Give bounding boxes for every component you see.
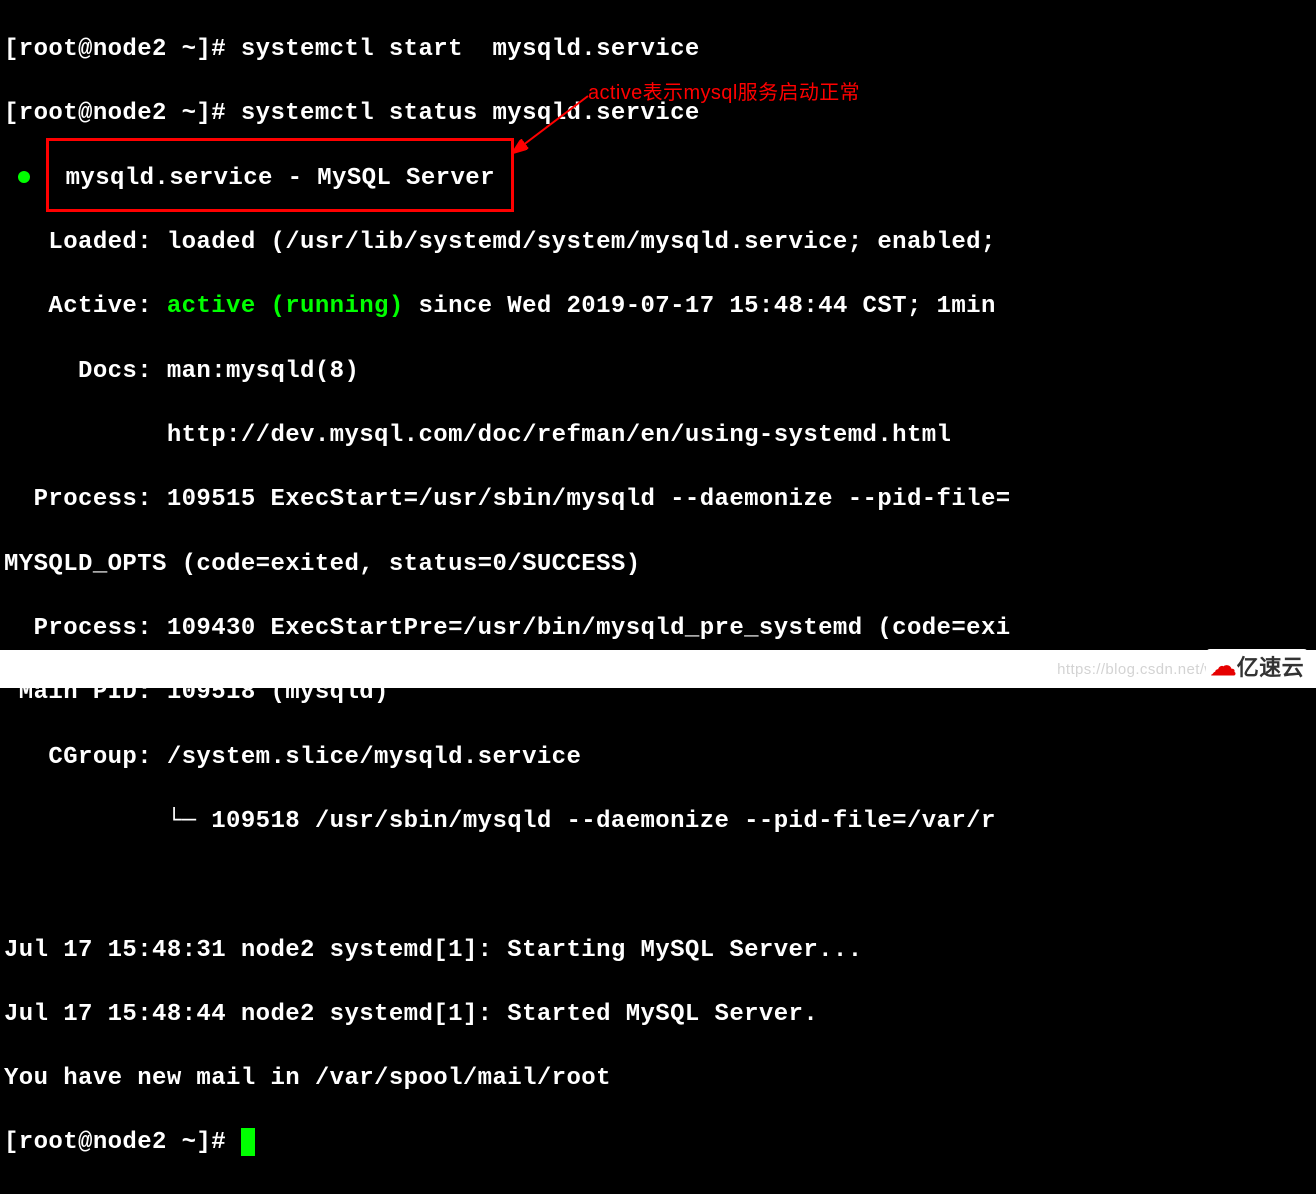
- process-line-1: Process: 109515 ExecStart=/usr/sbin/mysq…: [4, 484, 1312, 516]
- command-line-3[interactable]: [root@node2 ~]#: [4, 1127, 1312, 1159]
- mail-notice: You have new mail in /var/spool/mail/roo…: [4, 1063, 1312, 1095]
- process-line-1b: MYSQLD_OPTS (code=exited, status=0/SUCCE…: [4, 549, 1312, 581]
- cgroup-child-line: └─ 109518 /usr/sbin/mysqld --daemonize -…: [4, 806, 1312, 838]
- active-line: Active: active (running) since Wed 2019-…: [4, 291, 1312, 323]
- terminal-cursor: [241, 1128, 255, 1156]
- journal-log-1: Jul 17 15:48:31 node2 systemd[1]: Starti…: [4, 935, 1312, 967]
- cgroup-line: CGroup: /system.slice/mysqld.service: [4, 742, 1312, 774]
- annotation-text: active表示mysql服务启动正常: [588, 80, 860, 107]
- annotation-arrow-icon: [500, 92, 600, 162]
- shell-prompt: [root@node2 ~]#: [4, 100, 241, 127]
- loaded-line: Loaded: loaded (/usr/lib/systemd/system/…: [4, 227, 1312, 259]
- docs-line-1: Docs: man:mysqld(8): [4, 356, 1312, 388]
- active-status: active (running): [167, 293, 404, 320]
- process-line-2: Process: 109430 ExecStartPre=/usr/bin/my…: [4, 613, 1312, 645]
- command-line-1: [root@node2 ~]# systemctl start mysqld.s…: [4, 34, 1312, 66]
- command-text: systemctl start mysqld.service: [241, 36, 700, 63]
- docs-line-2: http://dev.mysql.com/doc/refman/en/using…: [4, 420, 1312, 452]
- shell-prompt: [root@node2 ~]#: [4, 1129, 241, 1156]
- blank-line: [4, 870, 1312, 902]
- shell-prompt: [root@node2 ~]#: [4, 36, 241, 63]
- cloud-icon: ☁: [1210, 651, 1236, 681]
- status-bullet-icon: [18, 171, 30, 183]
- brand-logo: ☁亿速云: [1206, 649, 1308, 684]
- highlight-box: [46, 138, 514, 212]
- journal-log-2: Jul 17 15:48:44 node2 systemd[1]: Starte…: [4, 999, 1312, 1031]
